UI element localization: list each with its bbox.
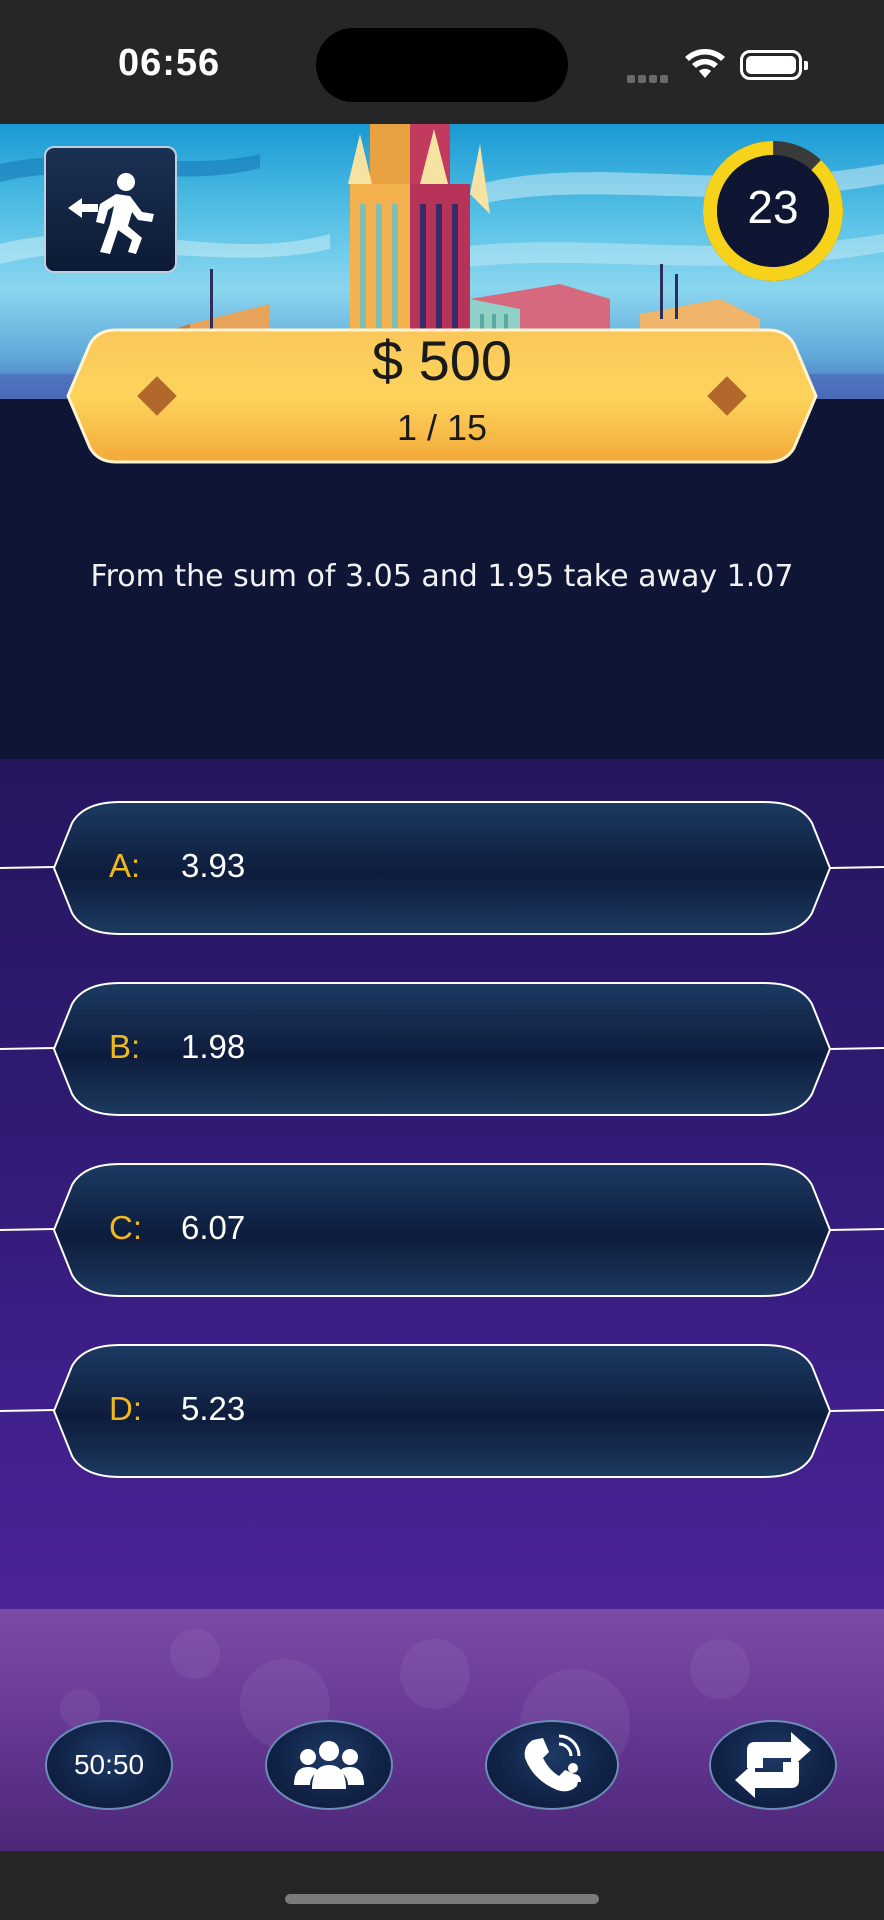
dynamic-island — [316, 28, 568, 102]
fifty-fifty-label: 50:50 — [73, 1749, 145, 1780]
home-indicator[interactable] — [285, 1894, 599, 1904]
answer-letter: B: — [109, 1028, 141, 1065]
prize-amount: $ 500 — [371, 329, 513, 392]
bottom-system-bar — [0, 1851, 884, 1920]
audience-icon — [294, 1741, 364, 1789]
phone-a-friend-lifeline-button[interactable] — [485, 1720, 619, 1810]
exit-icon — [68, 173, 154, 254]
status-bar: 06:56 — [0, 0, 884, 124]
exit-button[interactable] — [44, 146, 177, 273]
answer-text: 5.23 — [181, 1390, 246, 1427]
switch-question-lifeline-button[interactable] — [709, 1720, 837, 1810]
ask-audience-lifeline-button[interactable] — [265, 1720, 393, 1810]
answer-option-b[interactable]: B: 1.98 — [0, 980, 884, 1118]
answer-text: 1.98 — [181, 1028, 246, 1065]
answer-letter: A: — [109, 847, 141, 884]
answer-option-d[interactable]: D: 5.23 — [0, 1342, 884, 1480]
answer-letter: C: — [109, 1209, 142, 1246]
answer-letter: D: — [109, 1390, 142, 1427]
answer-option-a[interactable]: A: 3.93 — [0, 799, 884, 937]
question-text: From the sum of 3.05 and 1.95 take away … — [90, 559, 794, 594]
answer-text: 6.07 — [181, 1209, 246, 1246]
switch-question-icon — [735, 1732, 811, 1798]
phone-a-friend-icon — [524, 1734, 581, 1792]
answer-text: 3.93 — [181, 847, 246, 884]
timer-value: 23 — [747, 181, 799, 233]
battery-icon — [740, 50, 808, 80]
answer-option-c[interactable]: C: 6.07 — [0, 1161, 884, 1299]
signal-icon — [627, 70, 671, 88]
status-time: 06:56 — [118, 42, 221, 84]
question-progress: 1 / 15 — [396, 407, 488, 448]
wifi-icon — [684, 48, 726, 85]
fifty-fifty-lifeline-button[interactable]: 50:50 — [45, 1720, 173, 1810]
